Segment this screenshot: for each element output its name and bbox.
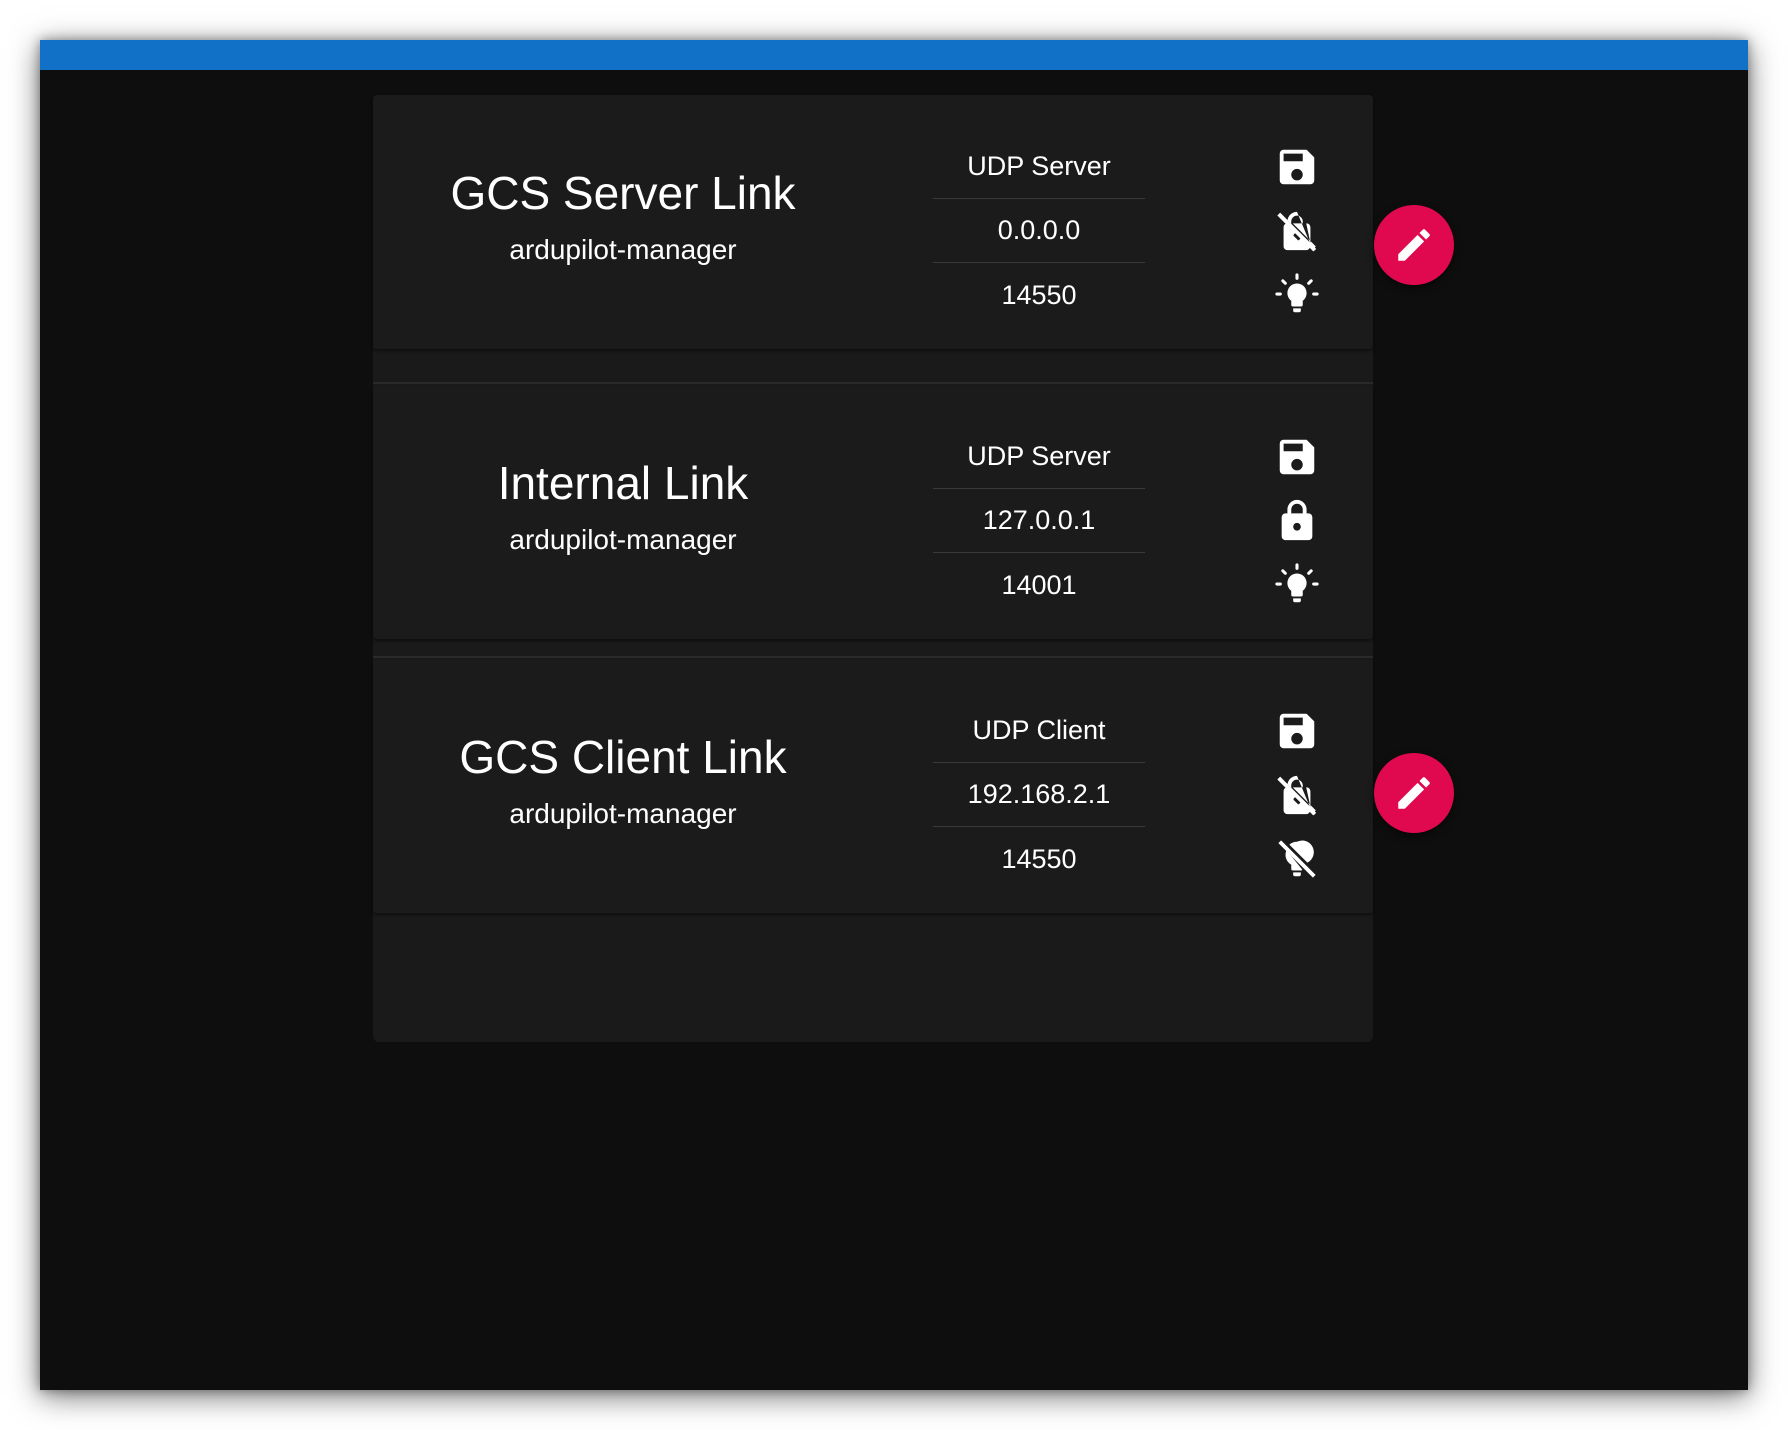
lock-icon [1271,489,1323,553]
endpoint-status-icons [1271,699,1323,891]
endpoint-owner: ardupilot-manager [509,234,737,265]
top-app-bar [40,40,1748,70]
endpoint-address: 127.0.0.1 [933,489,1145,553]
floppy-disk-icon [1271,425,1323,489]
endpoint-port: 14550 [1001,843,1077,874]
edit-endpoint-button-gcs-server-link[interactable] [1374,205,1454,285]
endpoint-type: UDP Server [933,425,1145,489]
edit-endpoint-button-gcs-client-link[interactable] [1374,753,1454,833]
divider [373,382,1373,384]
floppy-disk-icon [1271,699,1323,763]
endpoint-owner: ardupilot-manager [509,524,737,555]
endpoint-status-icons [1271,135,1323,327]
floppy-disk-icon [1271,135,1323,199]
divider [373,656,1373,658]
endpoint-address: 192.168.2.1 [933,763,1145,827]
endpoint-port: 14550 [1001,279,1077,310]
endpoint-port: 14001 [1001,569,1077,600]
lock-off-icon [1271,763,1323,827]
endpoint-info: UDP Server 127.0.0.1 14001 [933,425,1145,617]
pencil-icon [1398,777,1430,809]
lightbulb-on-icon [1271,553,1323,617]
pencil-icon [1398,229,1430,261]
endpoints-list: GCS Server Link ardupilot-manager UDP Se… [373,95,1373,1042]
lock-off-icon [1271,199,1323,263]
endpoint-card-internal-link: Internal Link ardupilot-manager UDP Serv… [373,385,1373,639]
lightbulb-off-icon [1271,827,1323,891]
endpoint-info: UDP Server 0.0.0.0 14550 [933,135,1145,327]
endpoint-owner: ardupilot-manager [509,798,737,829]
lightbulb-on-icon [1271,263,1323,327]
endpoint-type: UDP Server [933,135,1145,199]
endpoint-info: UDP Client 192.168.2.1 14550 [933,699,1145,891]
endpoint-name: GCS Client Link [459,731,787,783]
app-window: GCS Server Link ardupilot-manager UDP Se… [40,40,1748,1390]
endpoint-name: GCS Server Link [450,167,796,219]
endpoint-name: Internal Link [497,457,749,509]
endpoint-status-icons [1271,425,1323,617]
endpoint-address: 0.0.0.0 [933,199,1145,263]
endpoint-type: UDP Client [933,699,1145,763]
endpoint-card-gcs-server-link: GCS Server Link ardupilot-manager UDP Se… [373,95,1373,349]
endpoint-card-gcs-client-link: GCS Client Link ardupilot-manager UDP Cl… [373,659,1373,913]
